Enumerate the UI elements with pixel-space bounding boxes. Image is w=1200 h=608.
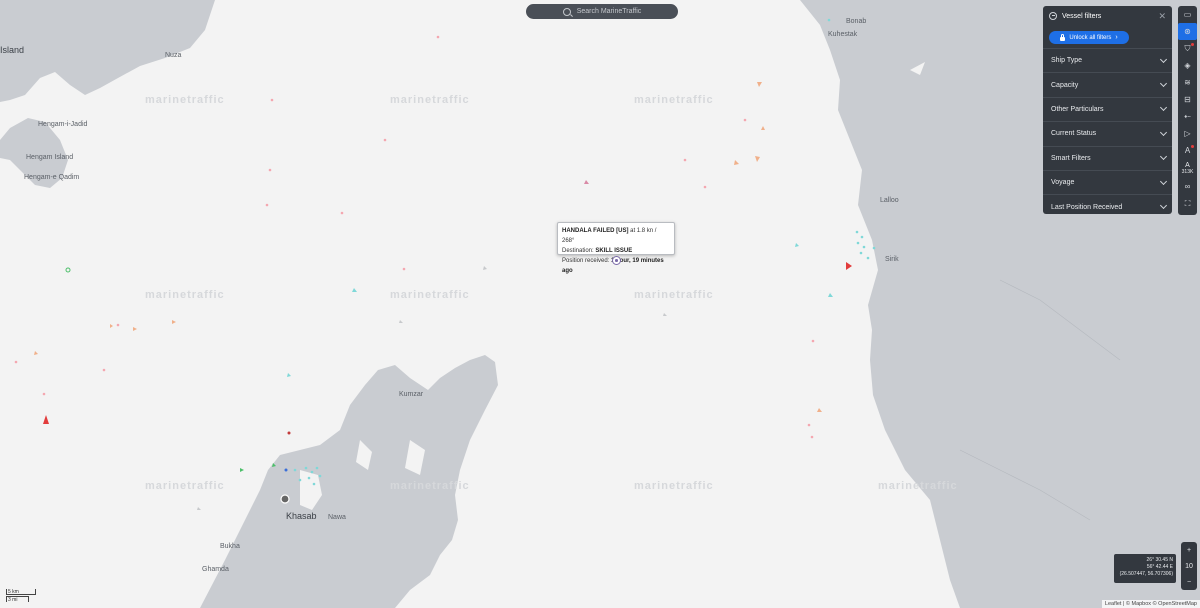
shield-icon[interactable]: ⛉ [1178,40,1197,57]
filter-capacity[interactable]: Capacity [1043,72,1172,96]
zoom-level: 10 [1185,562,1193,570]
longitude: 56° 42.44 E [1146,564,1173,570]
chevron-down-icon [1159,80,1168,88]
sailing-icon: A [1185,162,1190,169]
place-label: Bukha [220,543,240,550]
zoom-in-button[interactable]: + [1187,547,1191,554]
unlock-label: Unlock all filters [1069,34,1112,41]
vessel-count-value: 313K [1181,169,1194,175]
filter-label: Current Status [1051,130,1097,138]
filter-other-particulars[interactable]: Other Particulars [1043,96,1172,121]
scale-km: 5 km [6,589,36,595]
search-icon [562,7,571,16]
place-label: Ghamda [202,566,229,573]
vessel-name[interactable]: HANDALA FAILED [US] [562,228,628,234]
watermark: marinetraffic [634,480,714,492]
place-label: Island [0,45,25,55]
watermark: marinetraffic [878,480,958,492]
filter-label: Other Particulars [1051,105,1104,113]
chevron-down-icon [1159,55,1168,63]
search-placeholder: Search MarineTraffic [576,8,642,15]
coordinates-readout: 26° 30.45 N 56° 42.44 E (26.507447, 56.7… [1114,554,1176,583]
place-label: Nuza [165,52,182,59]
place-label: Hengam-e Qadim [24,174,80,181]
decimal-coordinates: (26.507447, 56.707306) [1119,571,1173,577]
filter-last-position[interactable]: Last Position Received [1043,194,1172,218]
map-attribution[interactable]: Leaflet | © Mapbox © OpenStreetMap [1101,600,1200,608]
panel-title: Vessel filters [1062,12,1102,20]
watermark: marinetraffic [145,94,225,106]
map-toolbar: ▭ ⊛ ⛉ ◈ ≋ ⊟ ⇠ ▷ A A 313K ∞ ⛶ [1178,6,1197,215]
filter-label: Ship Type [1051,57,1083,65]
place-label: Hengam-i-Jadid [38,121,88,128]
search-input[interactable]: Search MarineTraffic [526,4,678,19]
play-icon[interactable]: ▷ [1178,125,1197,142]
filter-smart-filters[interactable]: Smart Filters [1043,145,1172,170]
lock-icon [1060,33,1066,41]
chevron-down-icon [1159,104,1168,112]
ruler-icon[interactable]: ⊟ [1178,91,1197,108]
watermark: marinetraffic [145,289,225,301]
tooltip-destination: Destination: SKILL ISSUE [562,246,670,256]
weather-icon[interactable]: ≋ [1178,74,1197,91]
map-layer-icon[interactable]: ▭ [1178,6,1197,23]
close-icon[interactable]: ✕ [1158,11,1166,22]
watermark: marinetraffic [390,289,470,301]
tooltip-title-line: HANDALA FAILED [US] at 1.8 kn / 268° [562,226,670,246]
text-label-icon[interactable]: A [1178,142,1197,159]
filter-label: Last Position Received [1051,203,1123,211]
vessel-filters-panel: Vessel filters ✕ Unlock all filters › Sh… [1043,6,1172,214]
destination-label: Destination: [562,248,594,254]
link-icon[interactable]: ∞ [1178,178,1197,195]
zoom-control: + 10 − [1181,542,1197,590]
latitude: 26° 30.45 N [1146,557,1173,563]
watermark: marinetraffic [145,480,225,492]
unlock-filters-button[interactable]: Unlock all filters › [1049,31,1129,44]
notification-dot [1191,145,1194,148]
filter-icon[interactable]: ⊛ [1178,23,1197,40]
compass-icon[interactable]: ⇠ [1178,108,1197,125]
filter-label: Smart Filters [1051,154,1091,162]
watermark: marinetraffic [390,94,470,106]
filter-label: Voyage [1051,179,1075,187]
chevron-down-icon [1159,201,1168,210]
chevron-down-icon [1159,177,1168,185]
place-label: Nawa [328,514,346,521]
map-canvas[interactable] [0,0,1200,608]
place-label: Kumzar [399,391,424,398]
watermark: marinetraffic [634,289,714,301]
panel-header: Vessel filters ✕ [1043,6,1172,26]
vessel-tooltip: HANDALA FAILED [US] at 1.8 kn / 268° Des… [557,222,675,274]
scale-mi: 3 mi [6,596,29,603]
filter-ship-type[interactable]: Ship Type [1043,48,1172,72]
selected-vessel-icon[interactable] [612,256,621,265]
chevron-down-icon [1159,153,1168,161]
watermark: marinetraffic [634,94,714,106]
place-label: Lalloo [880,197,899,204]
place-label: Sirik [885,256,899,263]
filter-icon [1049,12,1057,20]
fullscreen-icon[interactable]: ⛶ [1178,195,1197,212]
filter-current-status[interactable]: Current Status [1043,121,1172,145]
place-label: Khasab [286,511,317,521]
watermark: marinetraffic [390,480,470,492]
notification-dot [1191,43,1194,46]
filter-voyage[interactable]: Voyage [1043,169,1172,194]
place-label: Kuhestak [828,31,858,38]
zoom-out-button[interactable]: − [1187,579,1191,586]
position-label: Position received: [562,258,610,264]
filter-label: Capacity [1051,81,1079,89]
place-label: Bonab [846,18,867,25]
chevron-right-icon: › [1115,34,1118,41]
chevron-down-icon [1159,128,1168,136]
vessel-count: A 313K [1178,159,1197,178]
layers-icon[interactable]: ◈ [1178,57,1197,74]
destination-value: SKILL ISSUE [595,248,633,254]
place-label: Hengam Island [26,154,74,161]
scale-bar: 5 km 3 mi [6,589,38,605]
